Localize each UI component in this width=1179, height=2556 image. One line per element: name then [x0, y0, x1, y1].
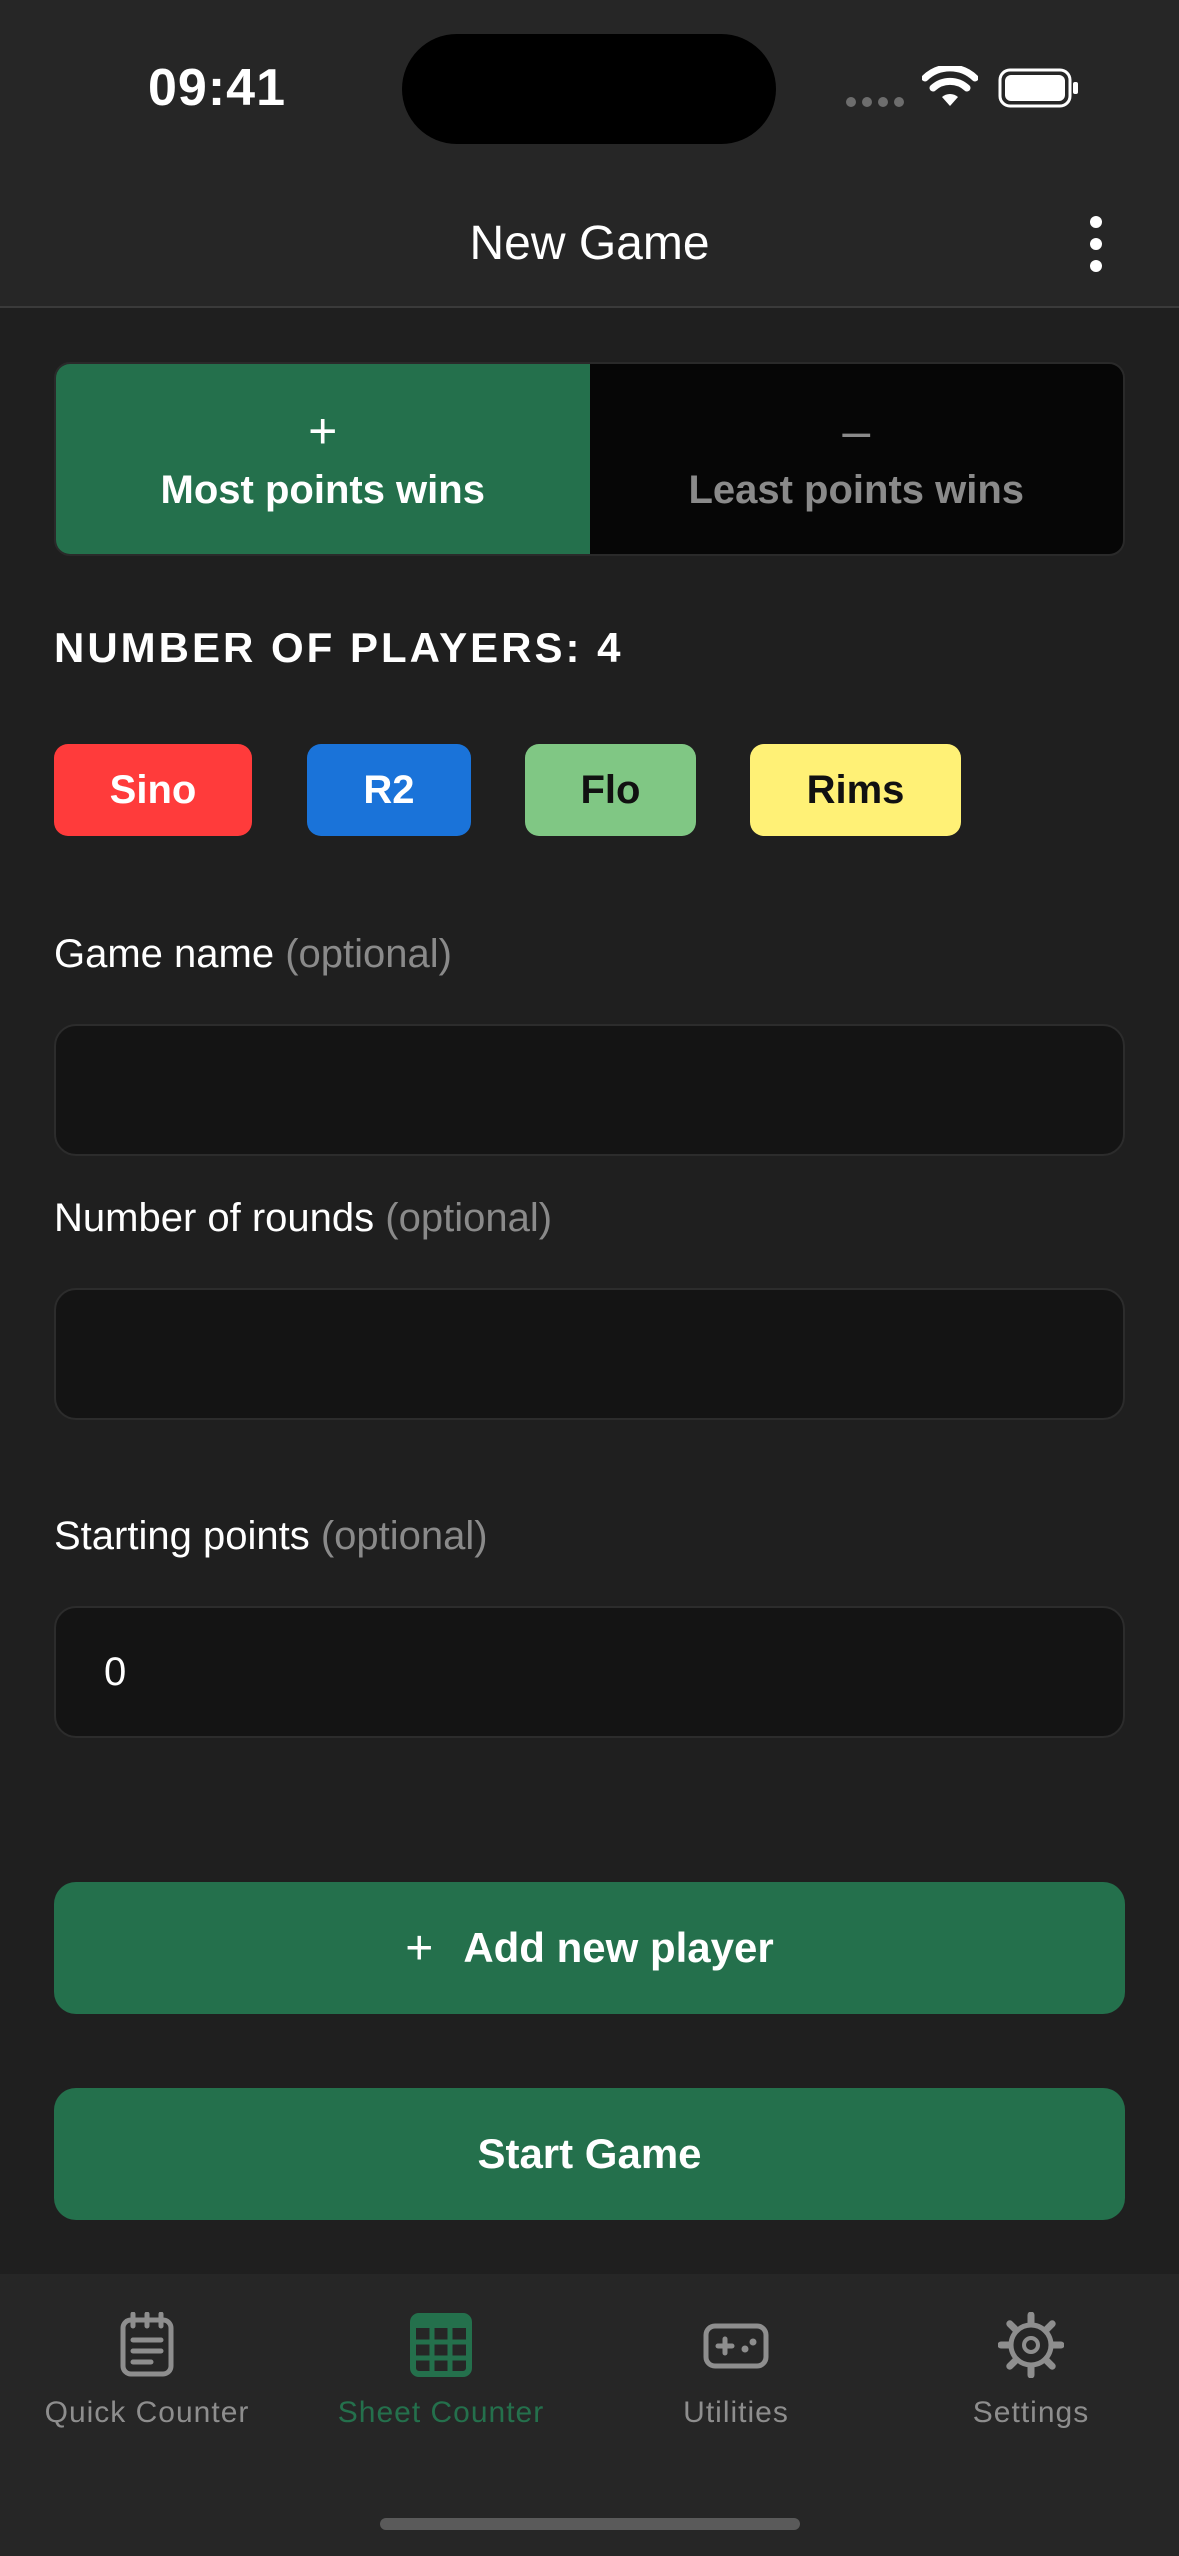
player-chip[interactable]: Flo — [525, 744, 696, 836]
start-game-button[interactable]: Start Game — [54, 2088, 1125, 2220]
optional-hint: (optional) — [320, 1514, 488, 1558]
tab-label: Utilities — [683, 2396, 789, 2429]
tab-bar: Quick Counter Sheet Counter Utilities Se… — [0, 2274, 1179, 2556]
starting-points-label: Starting points (optional) — [54, 1514, 488, 1559]
option-label: Least points wins — [688, 467, 1025, 512]
battery-icon — [998, 68, 1078, 108]
tab-label: Sheet Counter — [337, 2396, 545, 2429]
gamepad-icon — [703, 2323, 769, 2369]
plus-icon: + — [308, 402, 338, 459]
wifi-icon — [922, 66, 978, 106]
more-vertical-icon[interactable] — [1082, 216, 1110, 276]
win-condition-toggle: + Most points wins – Least points wins — [54, 362, 1125, 556]
rounds-label: Number of rounds (optional) — [54, 1196, 552, 1241]
notepad-icon — [120, 2312, 174, 2377]
tab-label: Settings — [972, 2396, 1090, 2429]
tab-settings[interactable]: Settings — [891, 2312, 1171, 2430]
dynamic-island — [402, 34, 776, 144]
player-chip[interactable]: Rims — [750, 744, 961, 836]
grid-table-icon — [410, 2313, 472, 2377]
minus-icon: – — [842, 402, 871, 459]
field-label-text: Number of rounds — [54, 1196, 375, 1240]
page-title: New Game — [469, 217, 710, 270]
home-indicator — [380, 2518, 800, 2530]
plus-icon: + — [405, 1921, 434, 1975]
player-chip[interactable]: R2 — [307, 744, 471, 836]
cellular-signal-icon — [846, 94, 910, 112]
starting-points-input[interactable] — [54, 1606, 1125, 1738]
tab-quick-counter[interactable]: Quick Counter — [7, 2312, 287, 2430]
optional-hint: (optional) — [285, 932, 452, 976]
option-label: Most points wins — [160, 467, 485, 512]
tab-label: Quick Counter — [44, 2396, 250, 2429]
game-name-input[interactable] — [54, 1024, 1125, 1156]
field-label-text: Starting points — [54, 1514, 310, 1558]
rounds-input[interactable] — [54, 1288, 1125, 1420]
tab-utilities[interactable]: Utilities — [596, 2312, 876, 2430]
game-name-label: Game name (optional) — [54, 932, 452, 977]
navigation-bar: New Game — [0, 180, 1179, 308]
status-bar: 09:41 — [0, 0, 1179, 180]
button-label: Add new player — [463, 1924, 774, 1971]
players-count-heading: NUMBER OF PLAYERS: 4 — [54, 624, 624, 671]
field-label-text: Game name — [54, 932, 275, 976]
least-points-wins-option[interactable]: – Least points wins — [589, 364, 1123, 554]
most-points-wins-option[interactable]: + Most points wins — [56, 364, 590, 554]
status-time: 09:41 — [148, 59, 286, 117]
tab-sheet-counter[interactable]: Sheet Counter — [301, 2312, 581, 2430]
optional-hint: (optional) — [385, 1196, 553, 1240]
button-label: Start Game — [477, 2130, 702, 2177]
gear-icon — [998, 2312, 1064, 2378]
add-new-player-button[interactable]: + Add new player — [54, 1882, 1125, 2014]
player-chip[interactable]: Sino — [54, 744, 252, 836]
